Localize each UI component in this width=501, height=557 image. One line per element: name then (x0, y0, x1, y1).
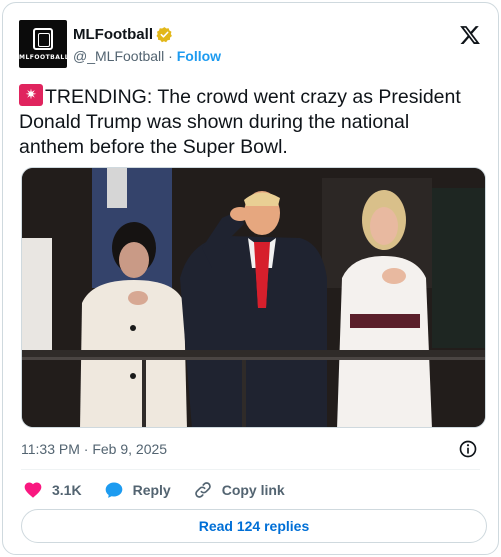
avatar-logo-mark (33, 28, 53, 50)
author-display-name[interactable]: MLFootball (73, 26, 153, 43)
copy-link-label: Copy link (221, 482, 285, 498)
author-name-row: MLFootball (73, 24, 173, 44)
divider (21, 469, 480, 470)
heart-icon (24, 482, 42, 498)
tweet-photo[interactable] (21, 167, 486, 428)
info-icon[interactable] (458, 439, 478, 459)
rotating-light-icon (19, 84, 43, 106)
reply-bubble-icon (105, 482, 122, 498)
avatar[interactable]: MLFOOTBALL (19, 20, 67, 68)
tweet-timestamp[interactable]: 11:33 PM · Feb 9, 2025 (21, 441, 167, 457)
author-handle[interactable]: @_MLFootball (73, 48, 164, 64)
tweet-card: MLFOOTBALL MLFootball @_MLFootball · Fol… (2, 2, 499, 555)
reply-label: Reply (132, 482, 171, 498)
x-logo-icon[interactable] (459, 24, 481, 46)
like-count: 3.1K (52, 482, 82, 498)
photo-scene (22, 168, 485, 427)
reply-button[interactable]: Reply (104, 480, 171, 500)
follow-button[interactable]: Follow (177, 48, 221, 64)
handle-separator: · (168, 48, 173, 64)
author-handle-row: @_MLFootball · Follow (73, 48, 221, 64)
avatar-wordmark: MLFOOTBALL (19, 54, 67, 61)
link-icon (194, 482, 211, 498)
tweet-text: TRENDING: The crowd went crazy as Presid… (19, 86, 461, 158)
action-bar: 3.1K Reply Copy link (23, 478, 307, 502)
like-button[interactable]: 3.1K (23, 480, 82, 500)
copy-link-button[interactable]: Copy link (193, 480, 285, 500)
read-replies-button[interactable]: Read 124 replies (21, 509, 487, 543)
verified-badge-icon (156, 26, 172, 42)
tweet-text-block: TRENDING: The crowd went crazy as Presid… (19, 84, 479, 160)
